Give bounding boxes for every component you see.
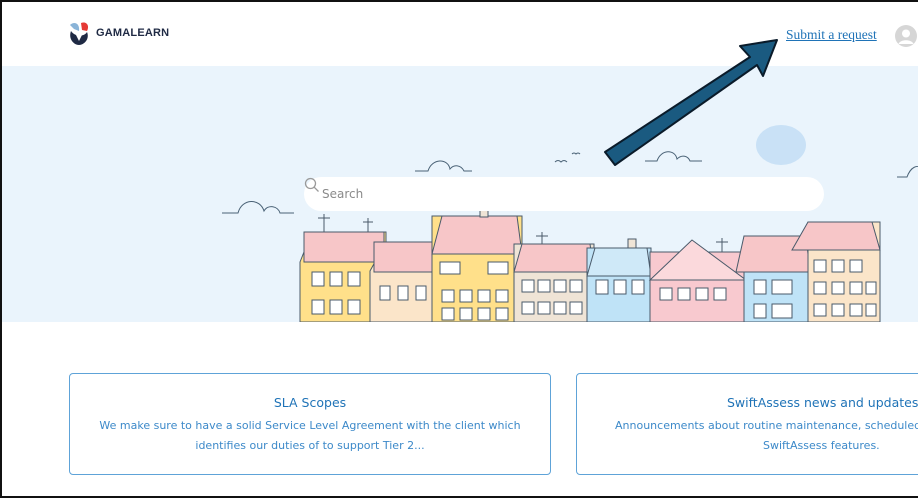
page-frame: GAMALEARN Submit a request Search SLA Sc… bbox=[0, 0, 918, 498]
arrow-annotation-icon bbox=[604, 39, 778, 166]
